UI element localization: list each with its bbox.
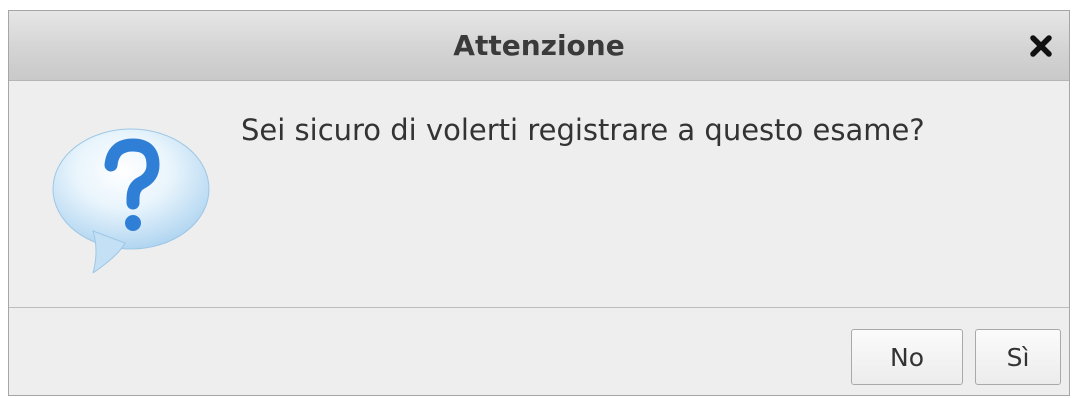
dialog-message: Sei sicuro di volerti registrare a quest… — [241, 113, 925, 147]
dialog-title: Attenzione — [453, 29, 625, 62]
yes-button[interactable]: Sì — [975, 329, 1061, 385]
dialog-titlebar[interactable]: Attenzione — [9, 11, 1069, 81]
question-icon — [47, 123, 211, 275]
confirm-dialog: Attenzione Sei sicuro di volerti registr… — [8, 10, 1070, 396]
no-button[interactable]: No — [851, 329, 963, 385]
close-icon[interactable] — [1023, 28, 1059, 64]
dialog-body: Sei sicuro di volerti registrare a quest… — [9, 81, 1069, 307]
dialog-separator — [9, 307, 1069, 308]
